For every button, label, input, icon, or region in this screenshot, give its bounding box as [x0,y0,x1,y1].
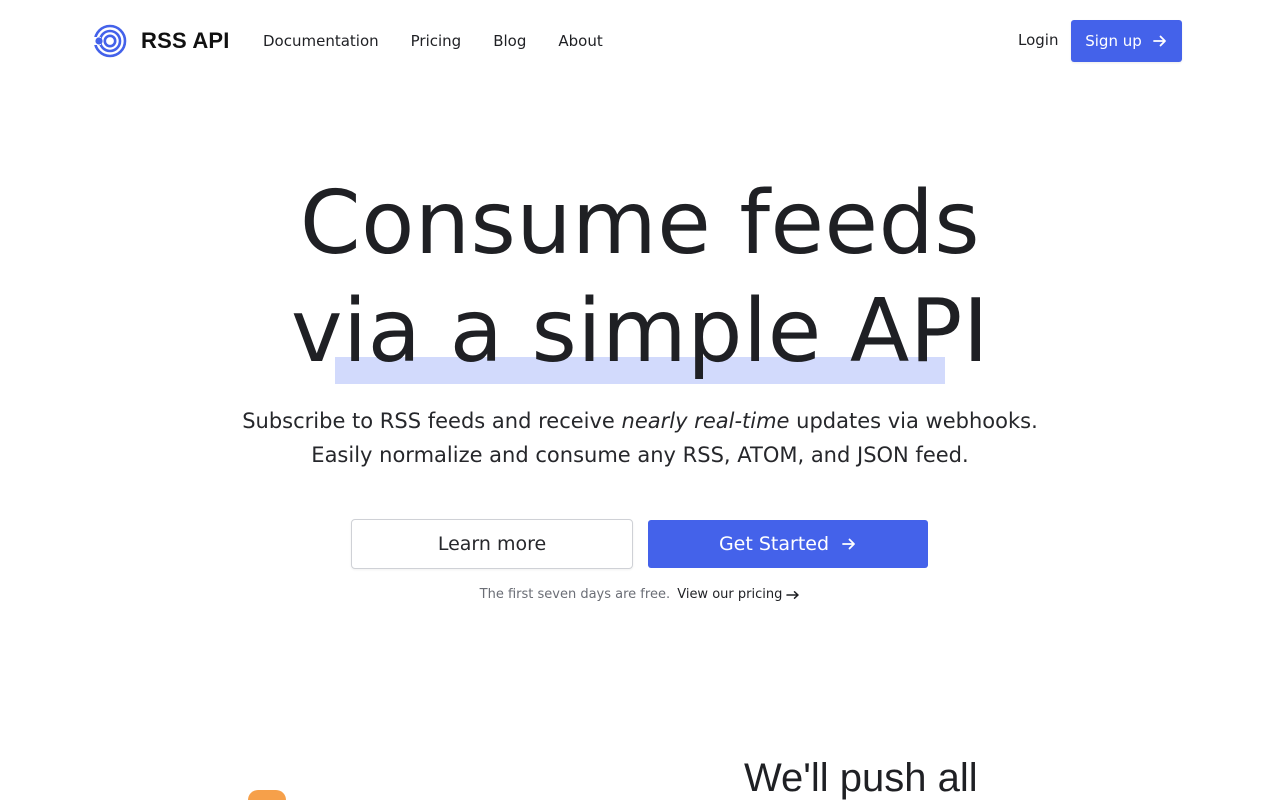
get-started-label: Get Started [718,533,830,555]
long-arrow-right-icon [786,591,800,599]
hero-subtitle-line1: Subscribe to RSS feeds and receive nearl… [0,404,1280,438]
arrow-right-icon [1152,35,1166,47]
nav-link-blog[interactable]: Blog [493,31,526,51]
signup-button[interactable]: Sign up [1071,20,1182,62]
brand-home-link[interactable]: RSS API [93,24,230,58]
subtitle-text-before: Subscribe to RSS feeds and receive [242,409,622,433]
landing-page: RSS API Documentation Pricing Blog About… [0,0,1280,800]
free-trial-note: The first seven days are free. View our … [0,585,1280,605]
hero-subtitle-line2: Easily normalize and consume any RSS, AT… [311,443,969,467]
nav-link-about[interactable]: About [558,31,602,51]
main-nav-links: Documentation Pricing Blog About [263,31,603,51]
arrow-right-icon [842,538,855,550]
hero-headline-line2: via a simple API [290,280,990,382]
rss-api-logo-icon [93,24,127,58]
learn-more-button[interactable]: Learn more [351,519,633,569]
hero-headline-line1: Consume feeds [299,172,981,274]
free-trial-text: The first seven days are free. [479,587,671,602]
top-navigation: RSS API Documentation Pricing Blog About… [0,0,1280,82]
login-link[interactable]: Login [1018,30,1058,50]
view-pricing-link[interactable]: View our pricing [677,587,800,602]
nav-link-pricing[interactable]: Pricing [411,31,462,51]
features-heading: We'll push all [744,756,978,800]
signup-label: Sign up [1085,32,1142,50]
get-started-button[interactable]: Get Started [648,520,928,568]
subtitle-text-after: updates via webhooks. [789,409,1038,433]
rss-feed-icon [248,790,286,800]
view-pricing-label: View our pricing [677,587,783,602]
nav-link-documentation[interactable]: Documentation [263,31,379,51]
subtitle-emphasis: nearly real-time [621,409,790,433]
brand-name: RSS API [141,28,230,53]
